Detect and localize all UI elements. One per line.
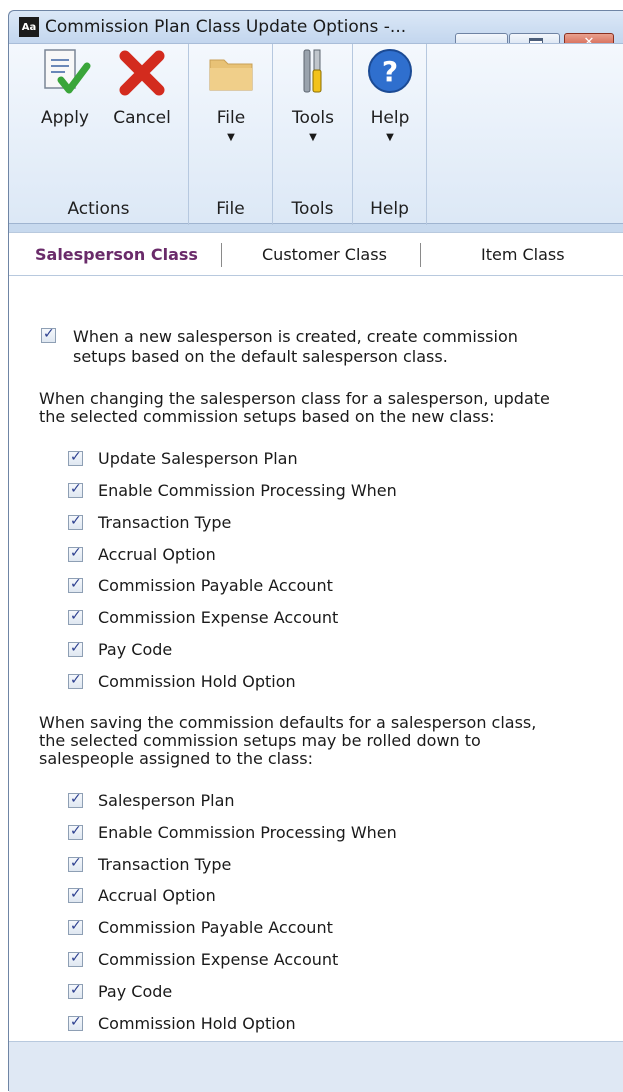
apply-document-check-icon	[44, 49, 91, 94]
save-option-checkbox[interactable]	[68, 791, 83, 808]
save-option-checkbox[interactable]	[68, 950, 83, 967]
svg-text:?: ?	[382, 55, 398, 88]
tools-icon	[303, 49, 322, 93]
change-option-label: Transaction Type	[98, 513, 232, 532]
save-defaults-intro: salespeople assigned to the class:	[39, 749, 313, 768]
change-option-checkbox[interactable]	[68, 545, 83, 562]
create-setups-label: setups based on the default salesperson …	[73, 347, 448, 366]
options-panel: When a new salesperson is created, creat…	[9, 276, 623, 1041]
save-option-checkbox[interactable]	[68, 855, 83, 872]
change-option-checkbox[interactable]	[68, 449, 83, 466]
tab-salesperson-class[interactable]: Salesperson Class	[35, 245, 198, 264]
ribbon-group-label-file: File	[216, 199, 245, 219]
app-logo-icon: Aa	[19, 17, 39, 37]
save-option-label: Accrual Option	[98, 886, 216, 905]
class-tabs: Salesperson Class Customer Class Item Cl…	[9, 232, 623, 276]
change-option-label: Enable Commission Processing When	[98, 481, 397, 500]
change-option-label: Commission Expense Account	[98, 608, 339, 627]
save-option-label: Enable Commission Processing When	[98, 823, 397, 842]
tab-item-class[interactable]: Item Class	[481, 245, 565, 264]
save-option-label: Transaction Type	[98, 855, 232, 874]
tab-divider	[221, 243, 222, 267]
ribbon-group-tools: Tools ▼ Tools	[273, 44, 353, 225]
change-option-checkbox[interactable]	[68, 640, 83, 657]
change-option-label: Pay Code	[98, 640, 173, 659]
ribbon: Apply Cancel Actions File ▼ File Tools ▼…	[9, 43, 623, 225]
ribbon-group-file: File ▼ File	[189, 44, 273, 225]
save-defaults-intro: When saving the commission defaults for …	[39, 713, 537, 732]
save-defaults-intro: the selected commission setups may be ro…	[39, 731, 481, 750]
help-icon: ?	[368, 49, 412, 93]
tab-divider	[420, 243, 421, 267]
cancel-label: Cancel	[113, 108, 171, 128]
chevron-down-icon: ▼	[386, 132, 394, 143]
change-option-label: Commission Hold Option	[98, 672, 296, 691]
save-option-checkbox[interactable]	[68, 823, 83, 840]
chevron-down-icon: ▼	[309, 132, 317, 143]
tools-menu-label: Tools	[292, 108, 334, 128]
save-option-checkbox[interactable]	[68, 1014, 83, 1031]
save-option-label: Commission Expense Account	[98, 950, 339, 969]
commission-plan-class-update-options-window: Aa Commission Plan Class Update Options …	[8, 10, 623, 1092]
change-class-intro: When changing the salesperson class for …	[39, 389, 550, 408]
window-title: Commission Plan Class Update Options -..…	[45, 17, 407, 37]
save-option-label: Commission Payable Account	[98, 918, 333, 937]
ribbon-group-label-help: Help	[370, 199, 409, 219]
change-option-label: Accrual Option	[98, 545, 216, 564]
status-bar	[9, 1041, 623, 1092]
chevron-down-icon: ▼	[227, 132, 235, 143]
ribbon-group-label-actions: Actions	[67, 199, 130, 219]
save-option-checkbox[interactable]	[68, 918, 83, 935]
save-option-checkbox[interactable]	[68, 982, 83, 999]
change-option-checkbox[interactable]	[68, 672, 83, 689]
folder-icon	[209, 59, 253, 91]
tab-customer-class[interactable]: Customer Class	[262, 245, 387, 264]
ribbon-group-help: ? Help ▼ Help	[353, 44, 427, 225]
cancel-red-x-icon	[119, 50, 165, 96]
change-option-checkbox[interactable]	[68, 513, 83, 530]
apply-label: Apply	[41, 108, 89, 128]
change-option-checkbox[interactable]	[68, 608, 83, 625]
create-setups-checkbox[interactable]	[41, 326, 56, 343]
ribbon-group-label-tools: Tools	[291, 199, 334, 219]
ribbon-group-actions: Apply Cancel Actions	[9, 44, 189, 225]
file-menu-label: File	[216, 108, 246, 128]
change-option-checkbox[interactable]	[68, 576, 83, 593]
title-bar[interactable]: Aa Commission Plan Class Update Options …	[9, 11, 623, 54]
save-option-label: Salesperson Plan	[98, 791, 235, 810]
help-menu-label: Help	[370, 108, 410, 128]
create-setups-label: When a new salesperson is created, creat…	[73, 327, 518, 346]
save-option-label: Commission Hold Option	[98, 1014, 296, 1033]
change-class-intro: the selected commission setups based on …	[39, 407, 495, 426]
change-option-checkbox[interactable]	[68, 481, 83, 498]
change-option-label: Update Salesperson Plan	[98, 449, 298, 468]
save-option-checkbox[interactable]	[68, 886, 83, 903]
change-option-label: Commission Payable Account	[98, 576, 333, 595]
save-option-label: Pay Code	[98, 982, 173, 1001]
